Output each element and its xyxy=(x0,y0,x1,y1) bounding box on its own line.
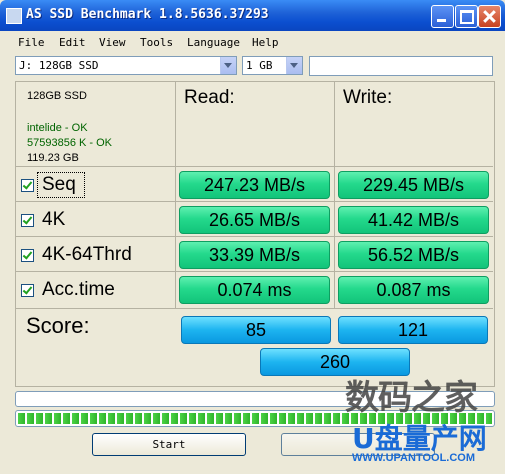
row-divider xyxy=(16,308,493,309)
acc-time-read-result: 0.074 ms xyxy=(179,276,330,304)
row-divider xyxy=(16,236,493,237)
watermark-text: 数码之家 xyxy=(345,378,478,418)
score-write: 121 xyxy=(338,316,488,344)
acc-time-label: Acc.time xyxy=(42,279,115,300)
close-icon xyxy=(479,6,500,27)
4k-64thrd-read-result: 33.39 MB/s xyxy=(179,241,330,269)
watermark-logo: U盘量产网 xyxy=(352,422,487,455)
row-divider xyxy=(16,271,493,272)
close-button[interactable] xyxy=(478,5,501,28)
menu-file[interactable]: File xyxy=(18,36,45,49)
alignment-status: 57593856 K - OK xyxy=(27,137,113,149)
row-divider xyxy=(16,166,493,167)
window-title: AS SSD Benchmark 1.8.5636.37293 xyxy=(26,7,269,22)
4k-64thrd-label: 4K-64Thrd xyxy=(42,244,132,265)
4k-read-result: 26.65 MB/s xyxy=(179,206,330,234)
size-select[interactable]: 1 GB xyxy=(242,56,303,75)
driver-status: intelide - OK xyxy=(27,122,88,134)
seq-label: Seq xyxy=(42,174,76,195)
4k-checkbox[interactable] xyxy=(21,214,34,227)
menu-language[interactable]: Language xyxy=(187,36,240,49)
column-divider xyxy=(175,82,176,309)
drive-select[interactable]: J: 128GB SSD xyxy=(15,56,237,75)
row-divider xyxy=(16,201,493,202)
read-column-header: Read: xyxy=(184,87,235,108)
maximize-button[interactable] xyxy=(455,5,478,28)
maximize-icon xyxy=(456,6,477,27)
acc-time-checkbox[interactable] xyxy=(21,284,34,297)
score-label: Score: xyxy=(26,313,90,338)
title-bar[interactable]: AS SSD Benchmark 1.8.5636.37293 xyxy=(0,0,505,31)
menu-edit[interactable]: Edit xyxy=(59,36,86,49)
drive-capacity: 119.23 GB xyxy=(27,152,79,164)
text-field[interactable] xyxy=(309,56,493,76)
app-window: AS SSD Benchmark 1.8.5636.37293 File Edi… xyxy=(0,0,505,474)
minimize-button[interactable] xyxy=(431,5,454,28)
seq-read-result: 247.23 MB/s xyxy=(179,171,330,199)
chevron-down-icon[interactable] xyxy=(286,57,302,74)
seq-checkbox[interactable] xyxy=(21,179,34,192)
acc-time-write-result: 0.087 ms xyxy=(338,276,489,304)
minimize-icon xyxy=(432,6,453,27)
4k-write-result: 41.42 MB/s xyxy=(338,206,489,234)
score-read: 85 xyxy=(181,316,331,344)
drive-select-value: J: 128GB SSD xyxy=(19,59,99,72)
menu-view[interactable]: View xyxy=(99,36,126,49)
drive-name: 128GB SSD xyxy=(27,90,87,102)
start-button[interactable]: Start xyxy=(92,433,246,456)
watermark-url: WWW.UPANTOOL.COM xyxy=(352,452,476,464)
chevron-down-icon[interactable] xyxy=(220,57,236,74)
4k-label: 4K xyxy=(42,209,66,230)
menu-help[interactable]: Help xyxy=(252,36,279,49)
seq-write-result: 229.45 MB/s xyxy=(338,171,489,199)
size-select-value: 1 GB xyxy=(246,59,273,72)
column-divider xyxy=(334,82,335,309)
menu-bar: File Edit View Tools Language Help xyxy=(0,33,505,51)
app-icon xyxy=(6,8,22,24)
write-column-header: Write: xyxy=(343,87,393,108)
4k-64thrd-write-result: 56.52 MB/s xyxy=(338,241,489,269)
menu-tools[interactable]: Tools xyxy=(140,36,173,49)
4k-64thrd-checkbox[interactable] xyxy=(21,249,34,262)
